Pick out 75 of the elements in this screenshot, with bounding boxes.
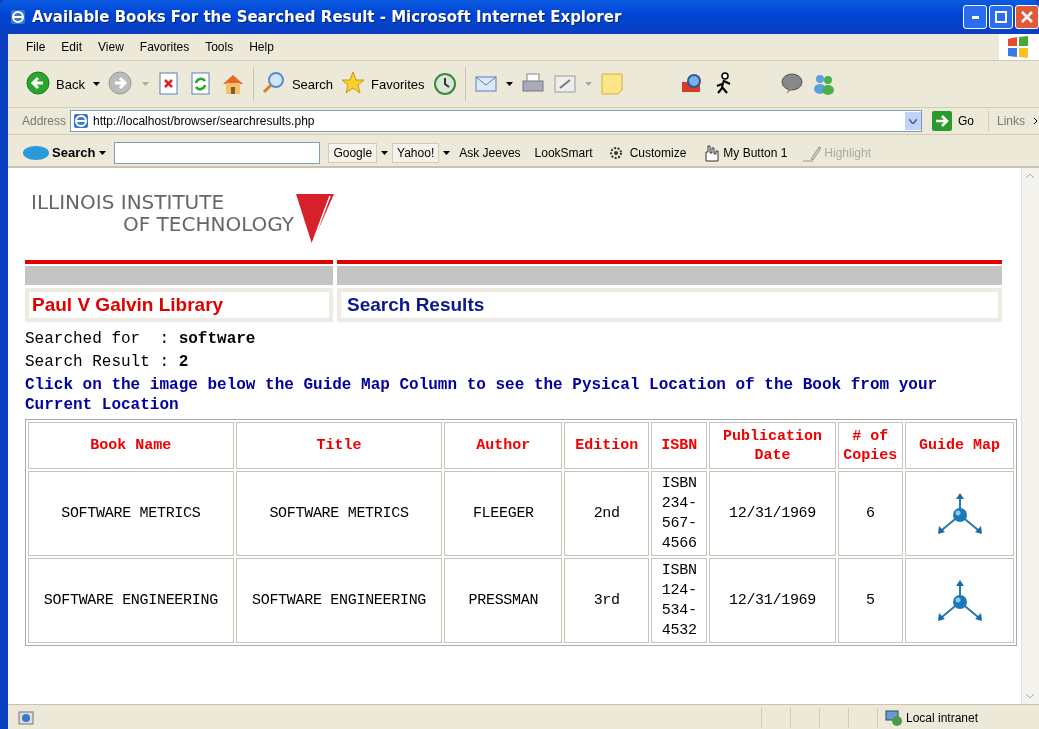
column-header: Guide Map (905, 422, 1014, 469)
window-title: Available Books For the Searched Result - Microsoft Internet Explorer (32, 8, 623, 26)
page-heading: Search Results (337, 288, 1002, 322)
favorites-button[interactable]: Favorites (341, 71, 425, 97)
address-label: Address (22, 114, 67, 128)
table-cell: SOFTWARE ENGINEERING (235, 558, 443, 643)
menu-item[interactable]: Favorites (131, 40, 198, 54)
table-cell: 5 (837, 558, 904, 643)
table-cell: SOFTWARE METRICS (28, 471, 234, 556)
table-cell: 12/31/1969 (709, 471, 836, 556)
caret-icon[interactable] (381, 150, 389, 155)
table-cell: 2nd (564, 471, 650, 556)
links-button[interactable]: Links (993, 114, 1029, 128)
engine-link[interactable]: Ask Jeeves (454, 145, 526, 160)
menu-item[interactable]: File (18, 40, 54, 54)
logo-text: OF TECHNOLOGY (122, 212, 295, 236)
browser-icon (10, 9, 26, 25)
table-cell: PRESSMAN (444, 558, 563, 643)
caret-icon[interactable] (443, 150, 451, 155)
column-header: Author (444, 422, 563, 469)
my-button[interactable]: My Button 1 (695, 143, 793, 162)
close-button[interactable] (1015, 5, 1039, 29)
table-cell: SOFTWARE ENGINEERING (28, 558, 234, 643)
instruction-text: Click on the image below the Guide Map Column to see the Pysical Location of the Book from your Current Location (25, 375, 939, 415)
menu-item[interactable]: Edit (53, 40, 91, 54)
windows-logo-icon (1006, 35, 1030, 59)
column-header: Edition (564, 422, 650, 469)
table-cell: 3rd (564, 558, 650, 643)
speech-bubble-icon[interactable] (779, 72, 804, 96)
table-cell: 6 (837, 471, 904, 556)
table-cell: ISBN 124-534-4532 (651, 558, 708, 643)
search-term-text: Searched for : software (25, 329, 257, 350)
table-cell: FLEEGER (444, 471, 563, 556)
table-cell: 12/31/1969 (709, 558, 836, 643)
engine-link[interactable]: LookSmart (529, 145, 598, 160)
edit-icon[interactable] (552, 72, 577, 96)
column-header: Book Name (28, 422, 234, 469)
table-cell: ISBN 234-567-4566 (651, 471, 708, 556)
address-field[interactable]: http://localhost/browser/searchresults.php (70, 110, 922, 132)
library-name: Paul V Galvin Library (25, 288, 333, 322)
search-field[interactable] (114, 141, 321, 164)
security-zone-text: Local intranet (906, 710, 979, 725)
page-icon (73, 113, 90, 129)
minimize-icon (971, 15, 979, 19)
close-icon (1021, 11, 1033, 23)
maximize-button[interactable] (989, 5, 1013, 29)
go-button[interactable]: Go (925, 111, 989, 131)
network-icon (884, 708, 902, 727)
engine-dropdown[interactable]: Yahoo! (392, 142, 440, 163)
minimize-button[interactable] (963, 5, 987, 29)
search-button[interactable]: Search (261, 71, 334, 97)
menu-item[interactable]: Help (241, 40, 282, 54)
engine-dropdown[interactable]: Google (328, 142, 378, 163)
column-header: Publication Date (709, 422, 836, 469)
caret-icon[interactable] (505, 82, 513, 86)
stop-icon[interactable] (156, 72, 181, 96)
column-header: Title (235, 422, 443, 469)
chevron-icon[interactable] (1033, 117, 1039, 125)
column-header: # of Copies (837, 422, 904, 469)
caret-icon[interactable] (92, 82, 100, 86)
column-header: ISBN (651, 422, 708, 469)
caret-icon[interactable] (99, 150, 107, 155)
menu-item[interactable]: View (90, 40, 132, 54)
go-arrow-icon (931, 111, 952, 131)
logo-text: ILLINOIS INSTITUTE (31, 190, 226, 214)
customize-button[interactable]: Customize (601, 143, 692, 162)
page-icon (18, 709, 34, 726)
menu-item[interactable]: Tools (197, 40, 242, 54)
mysearch-button[interactable]: Search (22, 144, 96, 161)
table-cell: SOFTWARE METRICS (235, 471, 443, 556)
result-count-text: Search Result : 2 (25, 352, 190, 373)
maximize-icon (995, 11, 1007, 23)
back-button[interactable]: Back (26, 71, 85, 97)
history-icon[interactable] (432, 72, 457, 96)
refresh-icon[interactable] (188, 72, 213, 96)
